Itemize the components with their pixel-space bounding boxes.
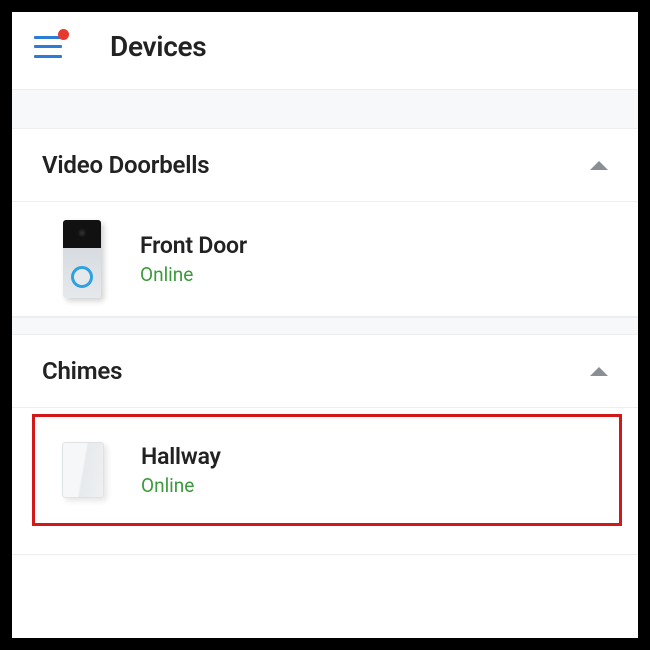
device-row-hallway[interactable]: Hallway Online	[35, 417, 619, 523]
device-name: Front Door	[140, 232, 247, 259]
section-header-chimes[interactable]: Chimes	[12, 335, 638, 408]
chevron-up-icon	[590, 161, 608, 170]
menu-icon[interactable]	[34, 36, 62, 58]
section-title: Video Doorbells	[42, 151, 209, 179]
divider	[12, 554, 638, 555]
device-name: Hallway	[141, 443, 221, 470]
doorbell-icon	[52, 220, 112, 298]
header: Devices	[12, 12, 638, 89]
highlight-annotation: Hallway Online	[32, 414, 622, 526]
device-info: Hallway Online	[141, 443, 221, 497]
device-status: Online	[140, 263, 247, 286]
device-info: Front Door Online	[140, 232, 247, 286]
section-title: Chimes	[42, 357, 122, 385]
device-status: Online	[141, 474, 221, 497]
section-gap	[12, 317, 638, 335]
device-row-front-door[interactable]: Front Door Online	[12, 202, 638, 317]
devices-screen: Devices Video Doorbells Front Door Onlin…	[12, 12, 638, 638]
notification-badge	[58, 29, 69, 40]
section-header-video-doorbells[interactable]: Video Doorbells	[12, 129, 638, 202]
section-gap	[12, 89, 638, 129]
chime-icon	[53, 431, 113, 509]
page-title: Devices	[110, 30, 206, 63]
chevron-up-icon	[590, 367, 608, 376]
